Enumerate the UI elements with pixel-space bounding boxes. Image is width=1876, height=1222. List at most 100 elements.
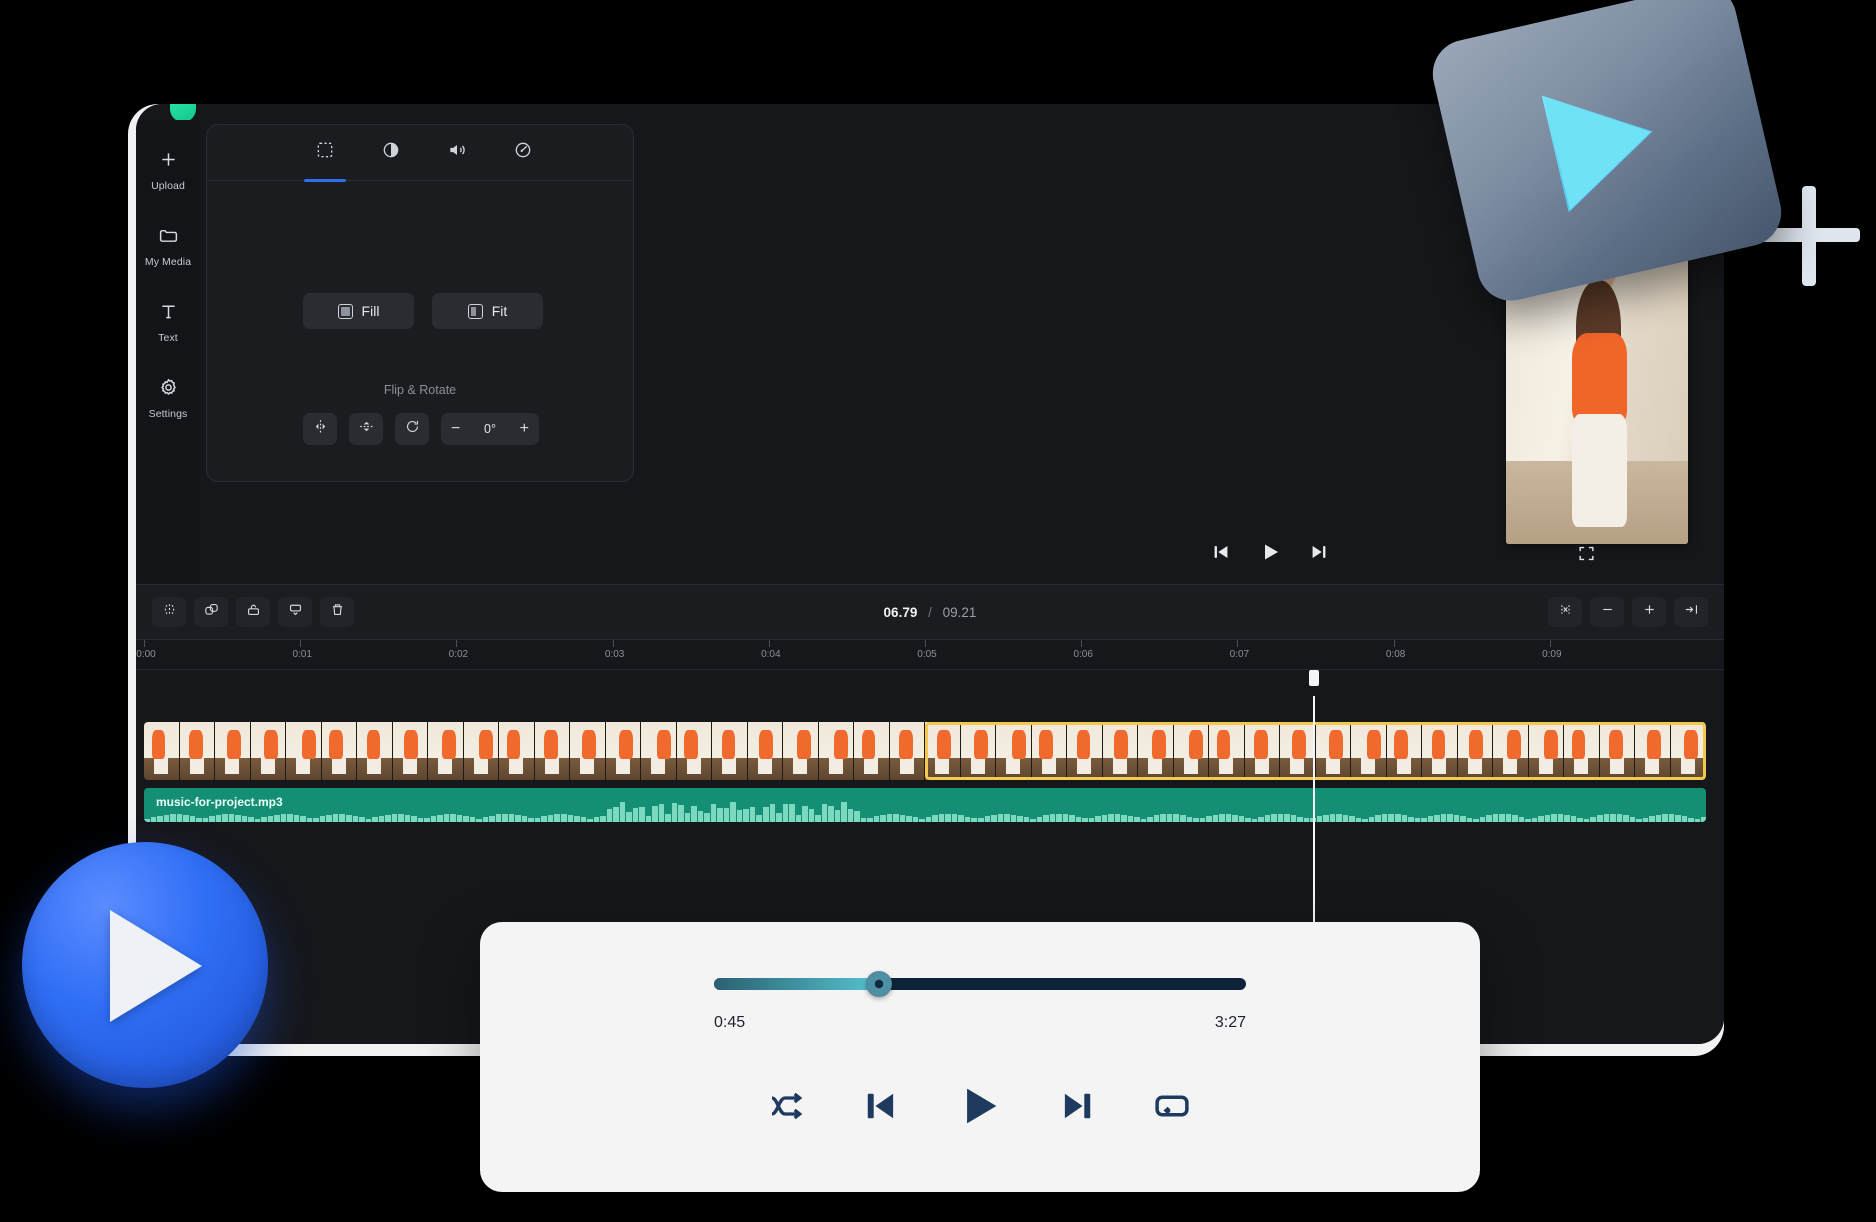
waveform-bar [1251,818,1258,822]
sidebar-item-my-media[interactable]: My Media [136,214,200,278]
waveform-bar [1082,818,1088,822]
split-button[interactable] [152,597,186,627]
waveform-bar [1179,815,1186,822]
rotation-stepper[interactable]: − 0° + [441,413,539,445]
duplicate-button[interactable] [194,597,228,627]
player-controls [480,1080,1480,1137]
player-progress-bar[interactable] [714,971,1246,997]
play-icon [953,1080,1005,1137]
duplicate-icon [203,601,220,623]
waveform-bar [730,802,736,822]
speed-icon [513,140,533,165]
rotation-decrement-button[interactable]: − [451,421,460,437]
video-clip[interactable] [144,722,1706,780]
waveform-bar [854,810,860,822]
fit-button[interactable]: Fit [432,293,543,329]
waveform-bar [1538,816,1544,822]
preview-next-button[interactable] [1308,541,1330,568]
waveform-bar [958,815,964,822]
ruler-tick: 0:08 [1386,640,1405,660]
player-progress-knob[interactable] [865,971,892,997]
waveform-bar [378,815,385,822]
player-previous-button[interactable] [859,1085,901,1132]
waveform-bar [991,814,997,822]
waveform-bar [1577,817,1583,822]
waveform-bar [1518,816,1525,822]
waveform-bar [443,814,450,822]
waveform-bar [313,818,319,822]
player-shuffle-button[interactable] [767,1086,807,1131]
waveform-bar [1049,814,1056,822]
waveform-bar [906,815,912,822]
preview-prev-button[interactable] [1210,541,1232,568]
rotate-button[interactable] [395,413,429,445]
caption-button[interactable] [278,597,312,627]
flip-horizontal-button[interactable] [303,413,337,445]
waveform-bar [1355,817,1362,822]
collapse-button[interactable] [1674,597,1708,627]
crop-button[interactable] [236,597,270,627]
waveform-bar [1453,814,1460,822]
player-play-button[interactable] [953,1080,1005,1137]
waveform-bar [1153,815,1160,822]
waveform-bar [1271,814,1277,822]
waveform-bar [183,815,189,822]
shuffle-icon [767,1086,807,1131]
filmstrip-frame [854,722,890,780]
skip-back-icon [859,1085,901,1132]
filmstrip-frame [641,722,677,780]
waveform-bar [463,815,469,822]
delete-button[interactable] [320,597,354,627]
fill-button[interactable]: Fill [303,293,414,329]
tab-transform[interactable] [304,133,346,182]
waveform-bar [1140,818,1147,822]
filmstrip-frame [889,722,925,780]
waveform-bar [1655,814,1662,822]
rotation-increment-button[interactable]: + [520,421,529,437]
filmstrip-frame [1209,722,1245,780]
waveform-bar [978,817,984,822]
volume-icon [447,140,467,165]
preview-controls [836,532,1704,576]
fit-label: Fit [491,303,508,319]
audio-waveform [144,800,1706,822]
waveform-bar [222,814,228,822]
flip-vertical-button[interactable] [349,413,383,445]
zoom-out-button[interactable] [1590,597,1624,627]
tab-audio[interactable] [440,133,474,173]
player-next-button[interactable] [1057,1085,1099,1132]
waveform-bar [1401,815,1408,822]
waveform-bar [1023,817,1030,822]
tab-speed[interactable] [506,133,540,173]
timeline-ruler[interactable]: 0:00 0:01 0:02 0:03 0:04 0:05 0:06 0:07 0:08 0:09 [136,640,1724,670]
sidebar-item-upload[interactable]: Upload [136,138,200,202]
waveform-bar [1088,817,1095,822]
waveform-bar [1349,815,1355,822]
waveform-bar [841,802,847,822]
waveform-bar [867,817,873,822]
waveform-bar [1499,814,1505,822]
waveform-bar [215,815,222,822]
waveform-bar [1512,815,1518,822]
zoom-in-button[interactable] [1632,597,1666,627]
waveform-bar [1434,814,1440,822]
waveform-bar [274,814,280,822]
fullscreen-button[interactable] [1577,544,1596,568]
audio-clip[interactable]: music-for-project.mp3 [144,788,1706,822]
waveform-bar [150,817,157,822]
waveform-bar [1623,815,1629,822]
fill-icon [337,303,353,319]
waveform-bar [1375,815,1381,822]
tab-adjust[interactable] [374,133,408,173]
filmstrip-frame [1386,722,1422,780]
filmstrip-frame [1564,722,1600,780]
fit-timeline-button[interactable] [1548,597,1582,627]
preview-play-button[interactable] [1258,540,1282,569]
filmstrip-frame [1493,722,1529,780]
waveform-bar [170,814,176,822]
sidebar-item-text[interactable]: Text [136,290,200,354]
flip-rotate-title: Flip & Rotate [383,383,457,397]
screenshot-stage: Upload My Media Text Settings Fill Fit F… [0,0,1876,1222]
player-repeat-button[interactable] [1151,1085,1193,1132]
sidebar-item-settings[interactable]: Settings [136,366,200,430]
